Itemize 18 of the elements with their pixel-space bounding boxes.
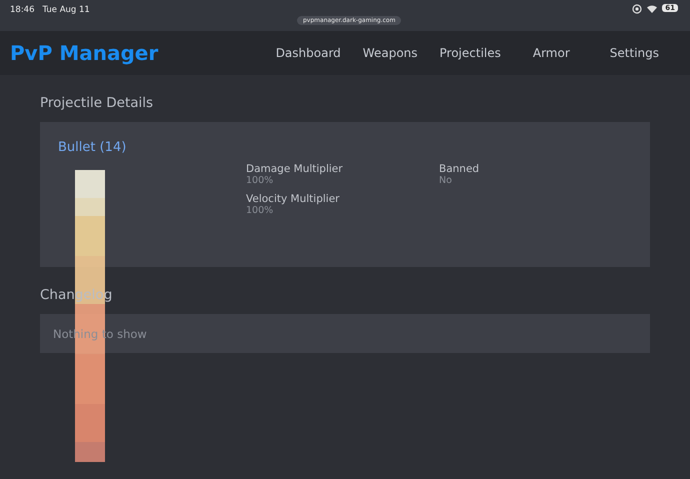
field-value: No [439,175,453,186]
field-label: Velocity Multiplier [246,193,340,205]
field-value: 100% [246,205,274,216]
field-value: 100% [246,175,274,186]
clock-time: 18:46 [10,5,34,15]
projectile-name: Bullet (14) [58,140,128,155]
nav-link[interactable]: Settings [600,46,668,60]
site-logo[interactable]: PvP Manager [10,41,158,65]
nav-link[interactable]: Dashboard [266,46,350,60]
rotation-lock-icon [632,4,642,14]
field-label: Banned [439,163,480,175]
page-title: Projectile Details [40,95,154,111]
nav-link[interactable]: Armor [524,46,579,60]
nav-link[interactable]: Weapons [354,46,427,60]
wifi-icon [646,4,658,14]
clock-date: Tue Aug 11 [42,5,90,15]
nav-link[interactable]: Projectiles [430,46,510,60]
field-label: Damage Multiplier [246,163,344,175]
